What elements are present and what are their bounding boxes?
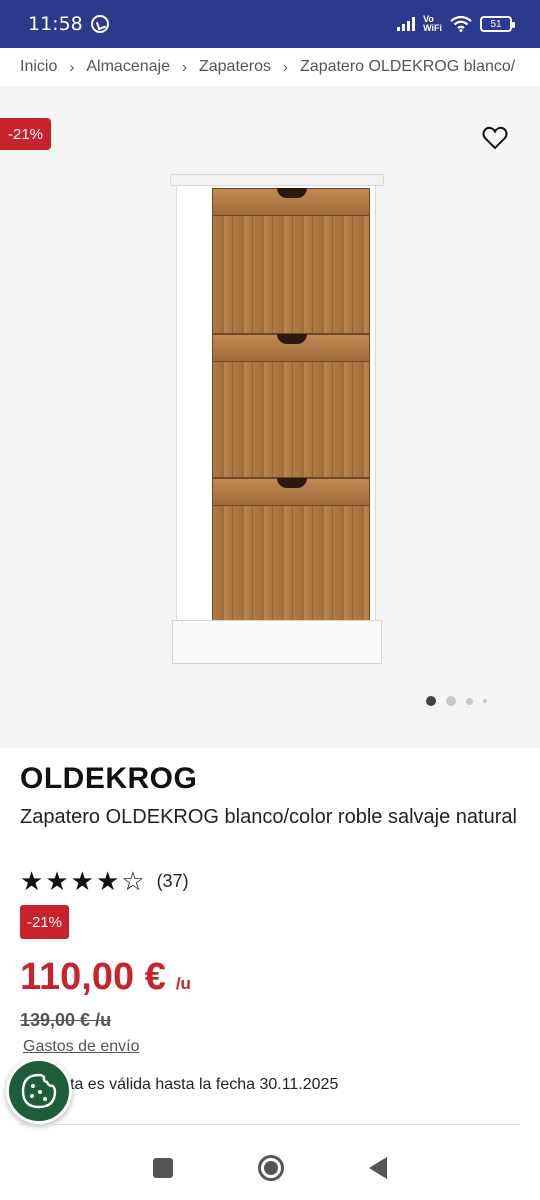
star-filled-icon: ★ [95, 866, 120, 896]
price-unit: /u [175, 974, 191, 993]
pagination-dot[interactable] [466, 697, 473, 705]
cabinet-drawer [212, 478, 370, 622]
home-icon [263, 1161, 278, 1175]
cookie-icon [21, 1073, 57, 1109]
product-image-gallery[interactable]: -21% [0, 86, 540, 748]
old-price: 139,00 € /u [20, 1010, 112, 1030]
chevron-right-icon: › [283, 58, 289, 76]
cabinet-drawer [212, 334, 370, 478]
rating-count[interactable]: (37) [157, 871, 189, 892]
signal-icon [397, 17, 416, 31]
cabinet-drawer [212, 188, 370, 334]
status-bar: 11:58 Vo WiFi 51 [0, 0, 540, 48]
system-navigation-bar [0, 1136, 540, 1200]
price: 110,00 € /u [20, 956, 191, 999]
discount-badge: -21% [20, 905, 70, 939]
cabinet-top [170, 174, 384, 186]
pagination-dot-active[interactable] [426, 696, 436, 706]
offer-validity-text: ta es válida hasta la fecha 30.11.2025 [70, 1076, 339, 1093]
product-image [170, 174, 384, 664]
star-filled-icon: ★ [20, 866, 44, 896]
breadcrumb-almacenaje[interactable]: Almacenaje [86, 58, 170, 76]
chevron-right-icon: › [181, 58, 187, 76]
star-filled-icon: ★ [70, 866, 94, 896]
pagination-dot[interactable] [446, 696, 456, 706]
breadcrumb: Inicio › Almacenaje › Zapateros › Zapate… [0, 48, 540, 86]
breadcrumb-zapateros[interactable]: Zapateros [199, 58, 271, 76]
status-time: 11:58 [28, 13, 83, 35]
breadcrumb-inicio[interactable]: Inicio [20, 58, 57, 76]
shipping-costs-link[interactable]: Gastos de envío [23, 1038, 140, 1056]
cabinet-base [172, 620, 382, 664]
discount-badge: -21% [0, 118, 52, 150]
vowifi-icon: Vo WiFi [423, 15, 442, 33]
product-brand: OLDEKROG [20, 762, 198, 795]
product-title: Zapatero OLDEKROG blanco/color roble sal… [20, 806, 517, 828]
battery-level: 51 [490, 18, 502, 30]
status-icons: Vo WiFi 51 [397, 15, 515, 33]
divider [20, 1124, 520, 1125]
heart-outline-icon[interactable] [482, 126, 508, 150]
whatsapp-icon [90, 15, 109, 33]
pagination-dot[interactable] [483, 699, 487, 703]
chevron-right-icon: › [69, 58, 75, 76]
current-price: 110,00 € [20, 956, 166, 998]
star-outline-icon: ☆ [121, 866, 145, 896]
gallery-pagination[interactable] [426, 696, 487, 706]
vowifi-label-bottom: WiFi [423, 23, 442, 33]
home-button[interactable] [257, 1155, 284, 1181]
recent-apps-button[interactable] [152, 1158, 173, 1178]
star-filled-icon: ★ [45, 866, 69, 896]
wifi-icon [450, 16, 472, 32]
breadcrumb-current: Zapatero OLDEKROG blanco/ [300, 58, 516, 75]
battery-icon: 51 [480, 16, 515, 32]
cookie-settings-button[interactable] [6, 1058, 72, 1124]
back-button[interactable] [369, 1157, 388, 1179]
product-rating[interactable]: ★ ★ ★ ★ ☆ (37) [20, 866, 189, 897]
